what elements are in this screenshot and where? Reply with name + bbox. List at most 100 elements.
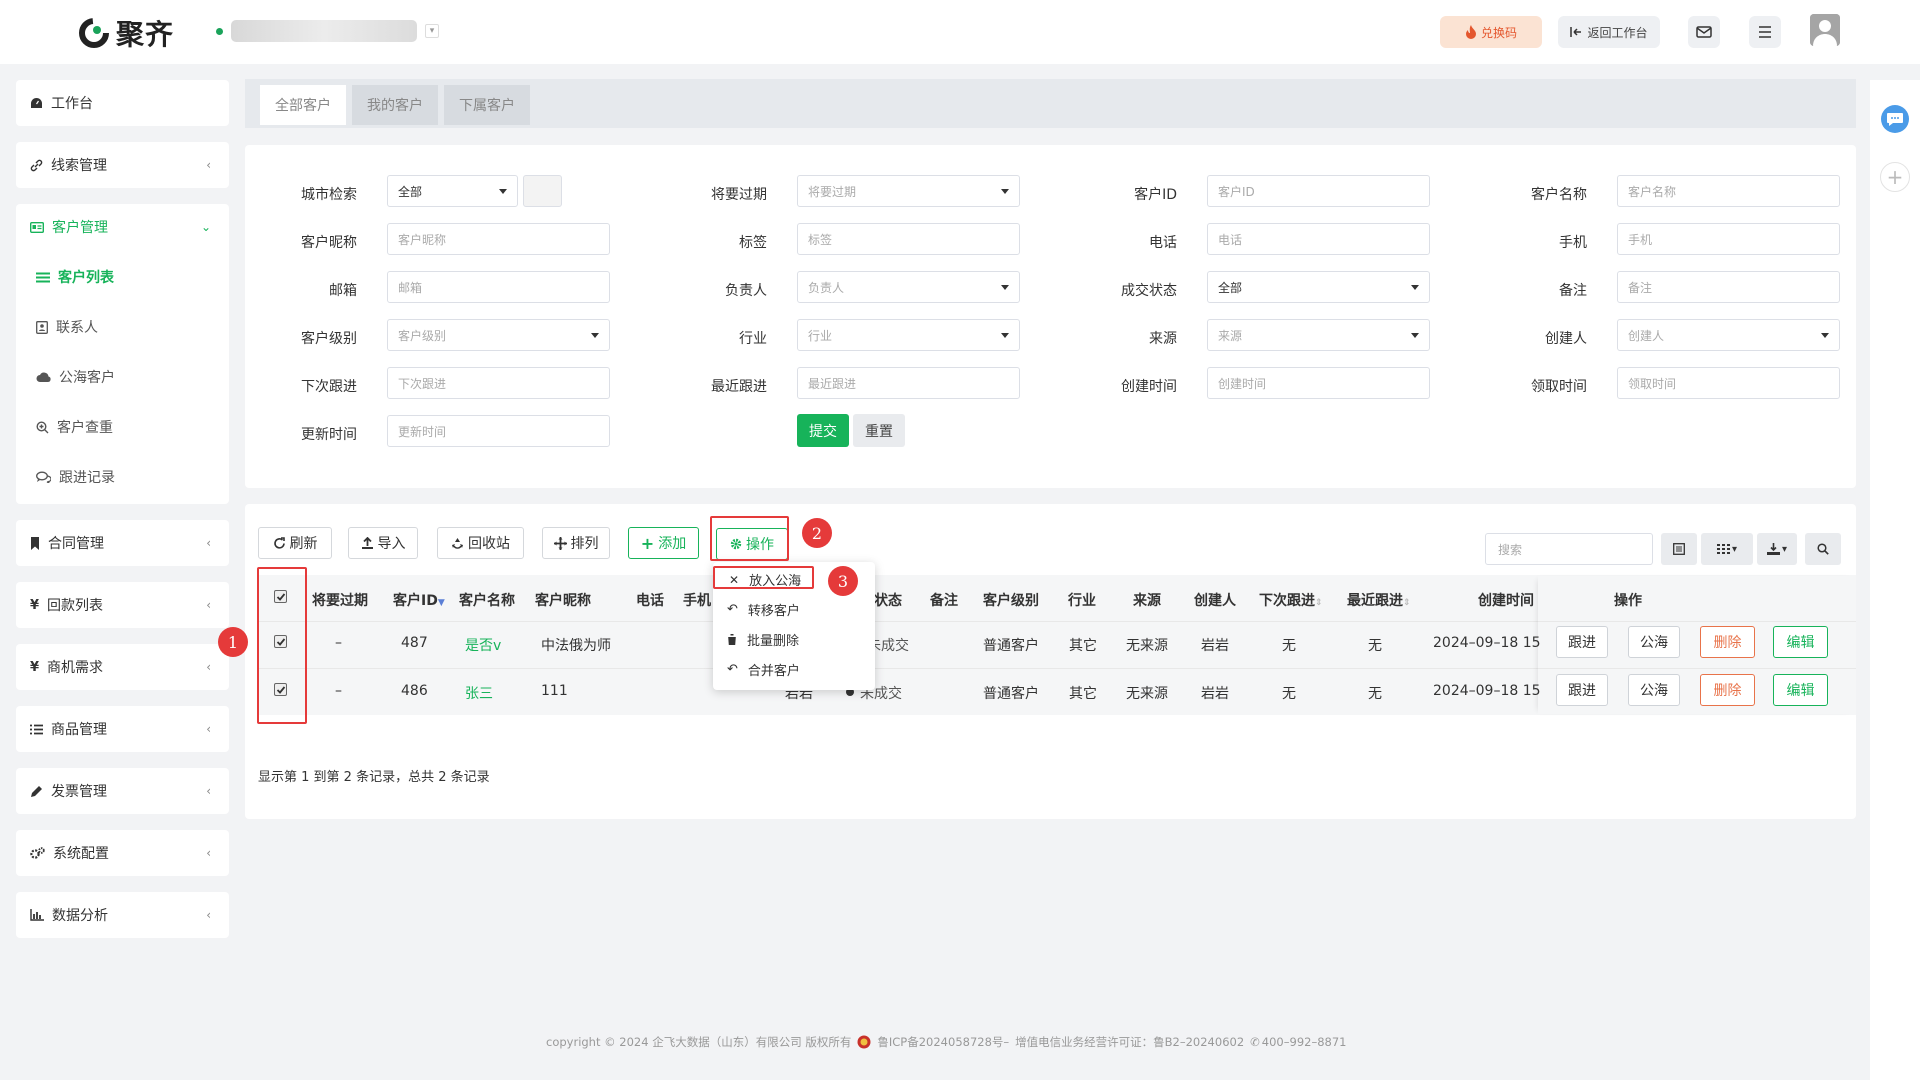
row-checkbox[interactable] <box>274 683 287 696</box>
menu-item-merge[interactable]: ↶ 合并客户 <box>727 660 800 679</box>
reset-button[interactable]: 重置 <box>853 414 905 447</box>
sort-button[interactable]: 排列 <box>542 527 610 559</box>
select-all-checkbox[interactable] <box>274 590 287 603</box>
sidebar-subitem-contacts[interactable]: 联系人 <box>36 315 98 339</box>
customer-name-input[interactable]: 客户名称 <box>1617 175 1840 207</box>
th-next-follow[interactable]: 下次跟进⇕ <box>1259 590 1323 610</box>
plus-button[interactable]: + <box>1880 162 1910 192</box>
export-button[interactable]: ▾ <box>1757 533 1797 565</box>
remark-input[interactable]: 备注 <box>1617 271 1840 303</box>
expiring-select[interactable]: 将要过期 <box>797 175 1020 207</box>
mail-button[interactable] <box>1688 16 1720 48</box>
next-follow-input[interactable]: 下次跟进 <box>387 367 610 399</box>
cell-customer-name-link[interactable]: 张三 <box>465 683 493 703</box>
nickname-input[interactable]: 客户昵称 <box>387 223 610 255</box>
th-mobile[interactable]: 手机 <box>683 590 711 610</box>
project-switcher[interactable]: ▾ <box>216 20 439 42</box>
th-source[interactable]: 来源 <box>1133 590 1161 610</box>
refresh-button[interactable]: 刷新 <box>258 527 332 559</box>
updated-at-input[interactable]: 更新时间 <box>387 415 610 447</box>
recycle-bin-button[interactable]: 回收站 <box>437 527 524 559</box>
th-remark[interactable]: 备注 <box>930 590 958 610</box>
search-button[interactable] <box>1805 533 1841 565</box>
import-button[interactable]: 导入 <box>348 527 418 559</box>
sidebar-subitem-customer-list[interactable]: 客户列表 <box>36 265 114 289</box>
pool-button[interactable]: 公海 <box>1628 674 1680 706</box>
table-view-toggle-button[interactable] <box>1661 533 1697 565</box>
brand-logo[interactable]: 聚齐 <box>78 13 174 53</box>
sidebar-item-invoices[interactable]: 发票管理 ‹ <box>16 768 229 814</box>
owner-select[interactable]: 负责人 <box>797 271 1020 303</box>
sidebar-item-contracts[interactable]: 合同管理 ‹ <box>16 520 229 566</box>
th-level[interactable]: 客户级别 <box>983 590 1039 610</box>
th-creator[interactable]: 创建人 <box>1194 590 1236 610</box>
last-follow-input[interactable]: 最近跟进 <box>797 367 1020 399</box>
city-sub-select[interactable] <box>523 175 562 207</box>
sidebar-item-workbench[interactable]: 工作台 <box>16 80 229 126</box>
city-select[interactable]: 全部 <box>387 175 518 207</box>
created-at-input[interactable]: 创建时间 <box>1207 367 1430 399</box>
th-created-at[interactable]: 创建时间 <box>1478 590 1534 610</box>
level-select[interactable]: 客户级别 <box>387 319 610 351</box>
sidebar-item-opportunities[interactable]: ¥ 商机需求 ‹ <box>16 644 229 690</box>
th-status[interactable]: 状态 <box>874 590 902 610</box>
filter-label-nickname: 客户昵称 <box>301 235 357 251</box>
creator-select[interactable]: 创建人 <box>1617 319 1840 351</box>
cell-customer-name-link[interactable]: 是否v <box>465 635 501 655</box>
th-nickname[interactable]: 客户昵称 <box>535 590 591 610</box>
row-checkbox[interactable] <box>274 635 287 648</box>
menu-item-transfer[interactable]: ↶ 转移客户 <box>727 600 800 619</box>
industry-select[interactable]: 行业 <box>797 319 1020 351</box>
mobile-input[interactable]: 手机 <box>1617 223 1840 255</box>
filter-label-owner: 负责人 <box>725 283 767 299</box>
menu-item-batch-delete[interactable]: 批量删除 <box>727 630 799 649</box>
back-to-workbench-button[interactable]: 返回工作台 <box>1558 16 1660 48</box>
sidebar-item-leads[interactable]: 线索管理 ‹ <box>16 142 229 188</box>
pool-button[interactable]: 公海 <box>1628 626 1680 658</box>
tab-my-customers[interactable]: 我的客户 <box>352 85 438 125</box>
email-input[interactable]: 邮箱 <box>387 271 610 303</box>
sidebar-item-analytics[interactable]: 数据分析 ‹ <box>16 892 229 938</box>
th-last-follow[interactable]: 最近跟进⇕ <box>1347 590 1411 610</box>
sidebar-item-customers[interactable]: 客户管理 ⌄ <box>16 204 229 250</box>
tab-all-customers[interactable]: 全部客户 <box>260 85 346 125</box>
redeem-code-button[interactable]: 兑换码 <box>1440 16 1542 48</box>
sidebar-label: 线索管理 <box>51 158 107 174</box>
columns-toggle-button[interactable]: ▾ <box>1701 533 1753 565</box>
source-select[interactable]: 来源 <box>1207 319 1430 351</box>
follow-button[interactable]: 跟进 <box>1556 626 1608 658</box>
project-caret-icon[interactable]: ▾ <box>425 24 439 38</box>
table-search-input[interactable]: 搜索 <box>1485 533 1653 565</box>
add-button[interactable]: + 添加 <box>628 527 699 559</box>
sidebar-item-payments[interactable]: ¥ 回款列表 ‹ <box>16 582 229 628</box>
th-industry[interactable]: 行业 <box>1068 590 1096 610</box>
th-phone[interactable]: 电话 <box>636 590 664 610</box>
th-customer-id[interactable]: 客户ID▼ <box>393 590 445 610</box>
delete-button[interactable]: 删除 <box>1700 626 1755 658</box>
list-icon <box>36 272 50 282</box>
sidebar-subitem-public-pool[interactable]: 公海客户 <box>36 365 115 389</box>
actions-button[interactable]: 操作 <box>716 528 788 560</box>
chat-bubble-button[interactable] <box>1881 105 1909 133</box>
edit-button[interactable]: 编辑 <box>1773 626 1828 658</box>
submit-button[interactable]: 提交 <box>797 414 849 447</box>
customer-id-input[interactable]: 客户ID <box>1207 175 1430 207</box>
th-expiring[interactable]: 将要过期 <box>312 590 368 610</box>
phone-input[interactable]: 电话 <box>1207 223 1430 255</box>
th-customer-name[interactable]: 客户名称 <box>459 590 515 610</box>
deal-status-select[interactable]: 全部 <box>1207 271 1430 303</box>
follow-button[interactable]: 跟进 <box>1556 674 1608 706</box>
footer-icp-link[interactable]: 鲁ICP备2024058728号– <box>877 1034 1009 1050</box>
sidebar-subitem-followups[interactable]: 跟进记录 <box>36 465 115 489</box>
delete-button[interactable]: 删除 <box>1700 674 1755 706</box>
tab-subordinate-customers[interactable]: 下属客户 <box>444 85 530 125</box>
menu-item-move-to-pool[interactable]: ✕ 放入公海 <box>729 570 801 590</box>
user-avatar[interactable] <box>1810 14 1840 46</box>
sidebar-item-products[interactable]: 商品管理 ‹ <box>16 706 229 752</box>
tag-input[interactable]: 标签 <box>797 223 1020 255</box>
edit-button[interactable]: 编辑 <box>1773 674 1828 706</box>
sidebar-item-settings[interactable]: 系统配置 ‹ <box>16 830 229 876</box>
menu-button[interactable] <box>1749 16 1781 48</box>
claimed-at-input[interactable]: 领取时间 <box>1617 367 1840 399</box>
sidebar-subitem-dedupe[interactable]: 客户查重 <box>36 415 113 439</box>
